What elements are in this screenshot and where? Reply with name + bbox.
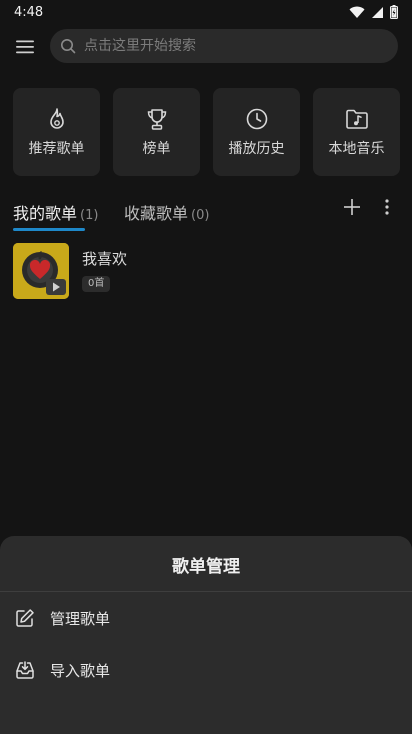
tile-label: 榜单	[142, 141, 171, 157]
trophy-icon	[147, 109, 166, 130]
search-box[interactable]	[50, 29, 398, 63]
status-bar: 4:48	[0, 0, 412, 24]
status-time: 4:48	[14, 4, 44, 20]
clock-icon	[246, 108, 267, 130]
tab-label: 我的歌单	[13, 204, 78, 223]
tab-my-playlists[interactable]: 我的歌单 (1)	[13, 200, 98, 224]
import-icon	[14, 659, 36, 681]
plus-icon	[344, 199, 360, 215]
more-options-button[interactable]	[379, 196, 395, 218]
sheet-item-label: 导入歌单	[50, 661, 111, 680]
search-input[interactable]	[82, 37, 376, 55]
sheet-item-label: 管理歌单	[50, 609, 111, 628]
playlist-tabs: 我的歌单 (1) 收藏歌单 (0)	[13, 196, 401, 232]
flame-icon	[49, 108, 64, 129]
playlist-title: 我喜欢	[82, 250, 128, 268]
tab-collected-playlists[interactable]: 收藏歌单 (0)	[124, 200, 209, 224]
signal-icon	[372, 6, 383, 18]
tile-label: 播放历史	[228, 141, 285, 157]
import-playlists-button[interactable]: 导入歌单	[0, 646, 412, 694]
more-vertical-icon	[385, 199, 389, 215]
top-bar	[0, 24, 412, 70]
quick-tiles: 推荐歌单 榜单 播放历史 本地音乐	[13, 88, 401, 176]
manage-playlists-button[interactable]: 管理歌单	[0, 594, 412, 642]
playlist-management-sheet: 歌单管理 管理歌单 导入歌单	[0, 536, 412, 734]
active-tab-indicator	[13, 228, 85, 231]
tile-local-music[interactable]: 本地音乐	[313, 88, 400, 176]
music-folder-icon	[345, 109, 368, 129]
list-item[interactable]: 我喜欢 0首	[13, 243, 401, 299]
tile-recommended-playlists[interactable]: 推荐歌单	[13, 88, 100, 176]
tab-count: (1)	[80, 208, 99, 223]
tile-charts[interactable]: 榜单	[113, 88, 200, 176]
sheet-title: 歌单管理	[172, 557, 240, 577]
tile-label: 推荐歌单	[28, 141, 85, 157]
tile-play-history[interactable]: 播放历史	[213, 88, 300, 176]
tab-label: 收藏歌单	[124, 204, 189, 223]
vinyl-heart-cover-icon	[13, 243, 69, 299]
search-icon	[61, 39, 76, 54]
menu-button[interactable]	[12, 34, 38, 60]
playlist-cover	[13, 243, 69, 299]
wifi-icon	[349, 6, 365, 18]
sheet-divider	[0, 591, 412, 592]
tile-label: 本地音乐	[328, 141, 385, 157]
song-count-badge: 0首	[82, 276, 111, 292]
battery-icon	[390, 5, 398, 19]
hamburger-menu-icon	[16, 40, 34, 54]
status-icons	[349, 5, 398, 19]
add-playlist-button[interactable]	[341, 196, 363, 218]
edit-icon	[14, 607, 36, 629]
tab-count: (0)	[191, 208, 210, 223]
